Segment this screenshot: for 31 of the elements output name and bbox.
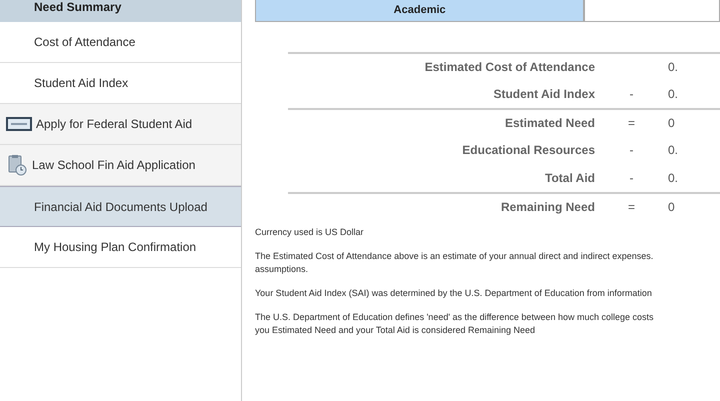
id-card-icon bbox=[6, 117, 32, 131]
tab[interactable]: Academic bbox=[255, 0, 584, 22]
sidebar-item[interactable]: Law School Fin Aid Application bbox=[0, 145, 241, 186]
summary-value: 0 bbox=[668, 115, 676, 132]
sidebar-item[interactable]: Financial Aid Documents Upload bbox=[0, 186, 241, 227]
note-text: Currency used is US Dollar bbox=[255, 226, 365, 239]
summary-value: 0. bbox=[668, 142, 680, 159]
operator-sign: = bbox=[626, 199, 636, 216]
summary-label: Remaining Need bbox=[500, 199, 595, 216]
note-text: you Estimated Need and your Total Aid is considered Remaining Need bbox=[255, 324, 536, 337]
summary-value: 0. bbox=[668, 86, 680, 103]
summary-label: Estimated Cost of Attendance bbox=[424, 59, 595, 76]
tab[interactable] bbox=[584, 0, 720, 22]
summary-value: 0. bbox=[668, 59, 680, 76]
operator-sign: = bbox=[626, 115, 636, 132]
operator-sign: - bbox=[628, 142, 634, 159]
note-text: assumptions. bbox=[255, 263, 310, 276]
summary-label: Estimated Need bbox=[504, 115, 595, 132]
summary-label: Educational Resources bbox=[461, 142, 595, 159]
sidebar-header: Need Summary bbox=[34, 2, 122, 12]
summary-label: Student Aid Index bbox=[492, 86, 595, 103]
operator-sign: - bbox=[628, 86, 634, 103]
summary-value: 0 bbox=[668, 199, 676, 216]
sidebar-item[interactable]: Apply for Federal Student Aid bbox=[0, 104, 241, 145]
note-text: Your Student Aid Index (SAI) was determined by the U.S. Department of Education from information bbox=[255, 287, 653, 300]
summary-value: 0. bbox=[668, 170, 680, 187]
summary-label: Total Aid bbox=[544, 170, 595, 187]
operator-sign: - bbox=[628, 170, 634, 187]
note-text: The Estimated Cost of Attendance above is an estimate of your annual direct and indirect expenses. bbox=[255, 250, 654, 263]
note-text: The U.S. Department of Education defines 'need' as the difference between how much college costs bbox=[255, 311, 655, 324]
document-icon bbox=[6, 154, 28, 176]
